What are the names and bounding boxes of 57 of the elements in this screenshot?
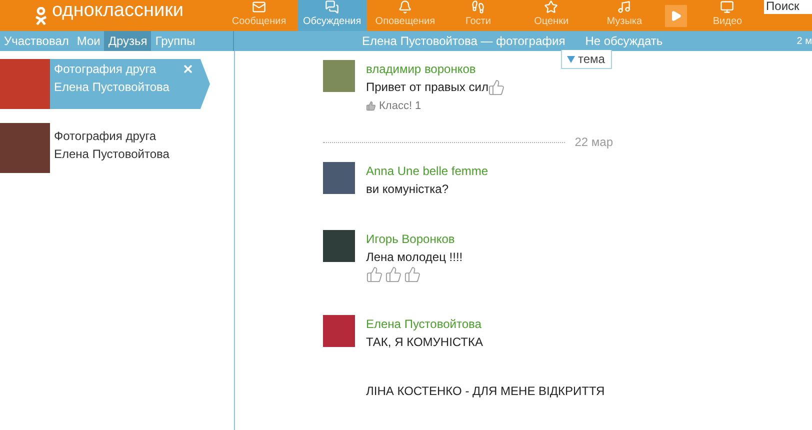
message-text: Лена молодец !!!! [366, 249, 463, 266]
speech-bubbles-icon [325, 0, 340, 14]
unfollow-link[interactable]: Не обсуждать [585, 32, 663, 50]
thread-item[interactable]: Фотография друга Елена Пустовойтова [0, 123, 210, 173]
nav-tab[interactable]: Сообщения [224, 0, 294, 31]
avatar-placeholder [323, 315, 355, 347]
message-text: Привет от правых сил [366, 79, 488, 96]
nav-tab[interactable]: Оповещения [370, 0, 440, 31]
like-icon [366, 101, 376, 111]
bell-icon [398, 0, 412, 14]
thumbs-up-icon [404, 266, 421, 283]
nav-tab[interactable]: Обсуждения [298, 0, 367, 31]
triangle-down-icon [567, 56, 575, 62]
close-icon[interactable] [182, 63, 194, 75]
author-name[interactable]: Игорь Воронков [366, 230, 463, 248]
photo-placeholder [0, 59, 50, 109]
filter-tab[interactable]: Участвовал [0, 31, 73, 51]
author-name[interactable]: Елена Пустовойтова [366, 315, 605, 333]
play-icon [670, 10, 682, 22]
topic-tab[interactable]: тема [561, 50, 612, 69]
nav-tab[interactable]: Оценки [516, 0, 586, 31]
avatar-placeholder [323, 60, 355, 92]
like-count[interactable]: Класс! 1 [379, 97, 422, 115]
topic-label: тема [578, 51, 605, 68]
star-icon [544, 0, 558, 14]
photo-placeholder [0, 123, 50, 173]
thumbs-up-icon [488, 78, 506, 96]
discussion-title: Елена Пустовойтова — фотография [362, 33, 566, 50]
avatar-placeholder [323, 162, 355, 194]
message-text: ЛІНА КОСТЕНКО - ДЛЯ МЕНЕ ВІДКРИТТЯ [366, 383, 605, 400]
avatar-placeholder [323, 230, 355, 262]
message-text: ви комуністка? [366, 181, 449, 198]
thread-author: Елена Пустовойтова [54, 146, 170, 163]
author-name[interactable]: владимир воронков [366, 60, 508, 78]
logo-icon [34, 6, 48, 24]
logo-text: одноклассники [52, 1, 184, 20]
monitor-icon [720, 0, 734, 14]
footprints-icon [471, 0, 486, 14]
nav-tab[interactable]: Видео [692, 0, 762, 31]
discussion-date: 2 м [796, 34, 812, 48]
message-text: ТАК, Я КОМУНІСТКА [366, 334, 483, 351]
filter-tab[interactable]: Друзья [104, 31, 152, 51]
thumbs-up-icon [385, 266, 402, 283]
nav-tab[interactable]: Музыка [590, 0, 659, 31]
search-field[interactable]: Поиск [764, 0, 812, 14]
filter-tab[interactable]: Мои [72, 31, 104, 51]
play-button[interactable] [664, 4, 687, 26]
thumbs-up-icon [366, 266, 383, 283]
music-note-icon [617, 0, 632, 14]
thread-title: Фотография друга [54, 128, 158, 145]
date-separator: 22 мар [574, 134, 613, 151]
nav-tab[interactable]: Гости [444, 0, 513, 31]
filter-tab[interactable]: Группы [151, 31, 200, 51]
thread-title: Фотография друга [54, 61, 158, 78]
thread-author: Елена Пустовойтова [54, 79, 170, 96]
author-name[interactable]: Anna Une belle femme [366, 162, 488, 180]
envelope-icon [252, 0, 266, 14]
